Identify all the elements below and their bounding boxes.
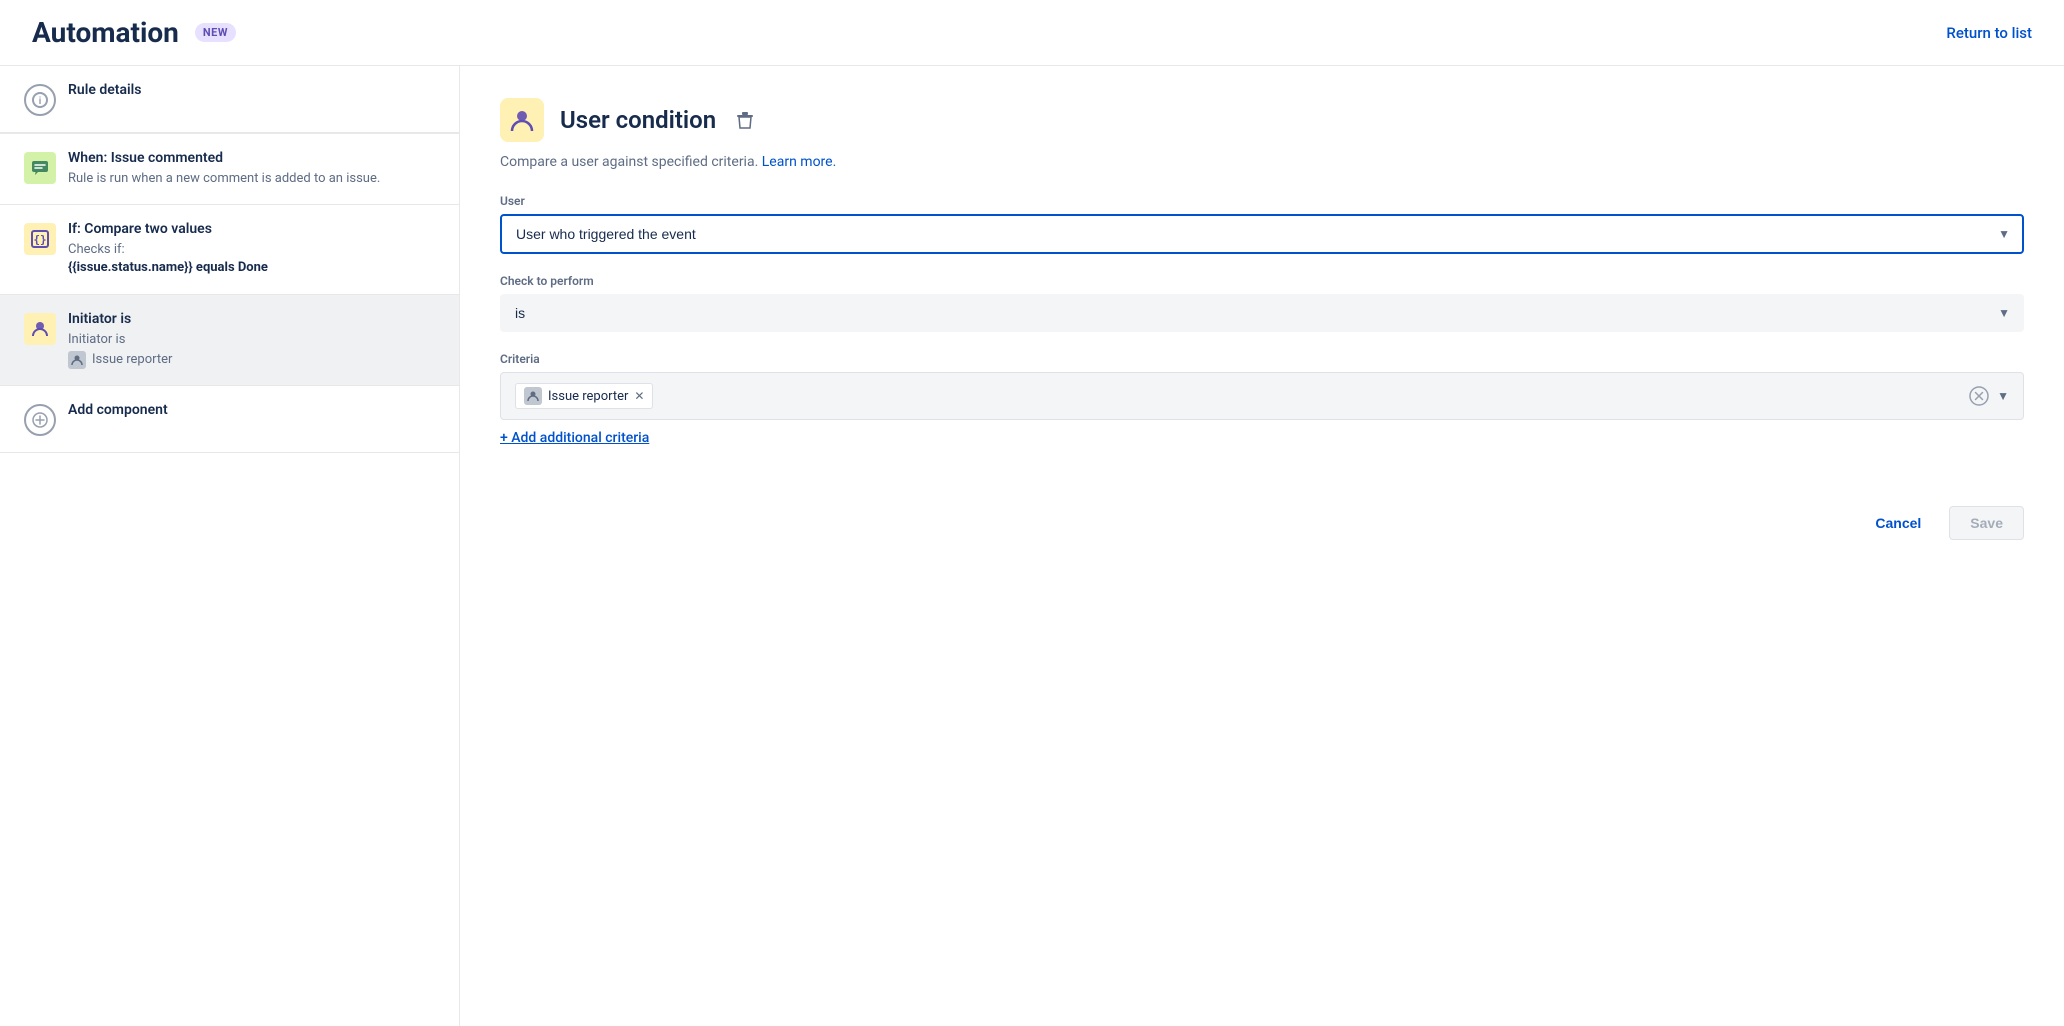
sidebar-item-when-issue-commented[interactable]: When: Issue commented Rule is run when a… bbox=[0, 134, 459, 205]
info-icon: i bbox=[24, 84, 56, 116]
svg-text:{}: {} bbox=[33, 233, 46, 246]
criteria-box: Issue reporter ✕ ▼ bbox=[500, 372, 2024, 420]
sidebar-item-desc-prefix-initiator: Initiator is bbox=[68, 332, 125, 347]
sidebar-sub-item-initiator: Issue reporter bbox=[68, 351, 435, 369]
sidebar-item-desc-when: Rule is run when a new comment is added … bbox=[68, 170, 435, 188]
save-button[interactable]: Save bbox=[1949, 506, 2024, 540]
criteria-tag: Issue reporter ✕ bbox=[515, 383, 653, 409]
sidebar-item-desc-prefix-if: Checks if: bbox=[68, 242, 125, 257]
panel-desc-text: Compare a user against specified criteri… bbox=[500, 154, 758, 170]
criteria-chevron-icon[interactable]: ▼ bbox=[1997, 389, 2009, 403]
check-field-label: Check to perform bbox=[500, 274, 2024, 288]
criteria-avatar-icon bbox=[524, 387, 542, 405]
check-select-wrapper: is is not ▼ bbox=[500, 294, 2024, 332]
user-condition-icon bbox=[24, 313, 56, 345]
cancel-button[interactable]: Cancel bbox=[1859, 507, 1937, 539]
criteria-field-label: Criteria bbox=[500, 352, 2024, 366]
sidebar-item-text-if: If: Compare two values Checks if: {{issu… bbox=[68, 221, 435, 277]
criteria-field-group: Criteria Issue reporter ✕ bbox=[500, 352, 2024, 446]
new-badge: NEW bbox=[195, 23, 236, 42]
user-select[interactable]: User who triggered the event Issue repor… bbox=[500, 214, 2024, 254]
sidebar-item-rule-details[interactable]: i Rule details bbox=[0, 66, 459, 133]
add-icon bbox=[24, 404, 56, 436]
panel-header: User condition bbox=[500, 98, 2024, 142]
sidebar-item-if-compare[interactable]: {} If: Compare two values Checks if: {{i… bbox=[0, 205, 459, 294]
sidebar-item-title-initiator: Initiator is bbox=[68, 311, 435, 327]
check-field-group: Check to perform is is not ▼ bbox=[500, 274, 2024, 332]
sidebar-item-text-rule-details: Rule details bbox=[68, 82, 435, 102]
header: Automation NEW Return to list bbox=[0, 0, 2064, 66]
compare-icon: {} bbox=[24, 223, 56, 255]
sidebar: i Rule details bbox=[0, 66, 460, 1026]
sidebar-item-desc-initiator: Initiator is Issue reporter bbox=[68, 331, 435, 369]
sidebar-item-title-add: Add component bbox=[68, 402, 435, 418]
comment-icon bbox=[24, 152, 56, 184]
page-title: Automation bbox=[32, 16, 179, 49]
sidebar-item-initiator-is[interactable]: Initiator is Initiator is Issue reporter bbox=[0, 295, 459, 386]
sidebar-item-text-when: When: Issue commented Rule is run when a… bbox=[68, 150, 435, 188]
main-content: i Rule details bbox=[0, 66, 2064, 1026]
sidebar-item-text-add: Add component bbox=[68, 402, 435, 422]
user-field-group: User User who triggered the event Issue … bbox=[500, 194, 2024, 254]
svg-text:i: i bbox=[39, 96, 42, 107]
panel-desc: Compare a user against specified criteri… bbox=[500, 154, 2024, 170]
sidebar-item-text-initiator: Initiator is Initiator is Issue reporter bbox=[68, 311, 435, 369]
sidebar-item-desc-if: Checks if: {{issue.status.name}} equals … bbox=[68, 241, 435, 277]
panel-title: User condition bbox=[560, 106, 716, 134]
sidebar-item-title-rule-details: Rule details bbox=[68, 82, 435, 98]
criteria-left: Issue reporter ✕ bbox=[515, 383, 1969, 409]
criteria-right: ▼ bbox=[1969, 386, 2009, 406]
sidebar-item-title-when: When: Issue commented bbox=[68, 150, 435, 166]
sidebar-sub-label-initiator: Issue reporter bbox=[92, 351, 172, 369]
panel-footer: Cancel Save bbox=[500, 486, 2024, 540]
right-panel: User condition Compare a user against sp… bbox=[460, 66, 2064, 1026]
return-to-list-link[interactable]: Return to list bbox=[1946, 24, 2032, 42]
trash-icon[interactable] bbox=[736, 111, 754, 129]
add-criteria-link[interactable]: + Add additional criteria bbox=[500, 430, 649, 446]
user-select-wrapper: User who triggered the event Issue repor… bbox=[500, 214, 2024, 254]
criteria-clear-icon[interactable] bbox=[1969, 386, 1989, 406]
user-avatar-small-icon bbox=[68, 351, 86, 369]
criteria-tag-label: Issue reporter bbox=[548, 389, 628, 404]
app-container: Automation NEW Return to list i Rule det… bbox=[0, 0, 2064, 1026]
sidebar-item-desc-bold-if: {{issue.status.name}} equals Done bbox=[68, 260, 268, 275]
criteria-tag-remove[interactable]: ✕ bbox=[634, 389, 644, 403]
sidebar-item-add-component[interactable]: Add component bbox=[0, 386, 459, 453]
learn-more-link[interactable]: Learn more. bbox=[762, 154, 837, 170]
check-select[interactable]: is is not bbox=[500, 294, 2024, 332]
panel-icon bbox=[500, 98, 544, 142]
header-left: Automation NEW bbox=[32, 16, 236, 49]
sidebar-item-title-if: If: Compare two values bbox=[68, 221, 435, 237]
user-field-label: User bbox=[500, 194, 2024, 208]
